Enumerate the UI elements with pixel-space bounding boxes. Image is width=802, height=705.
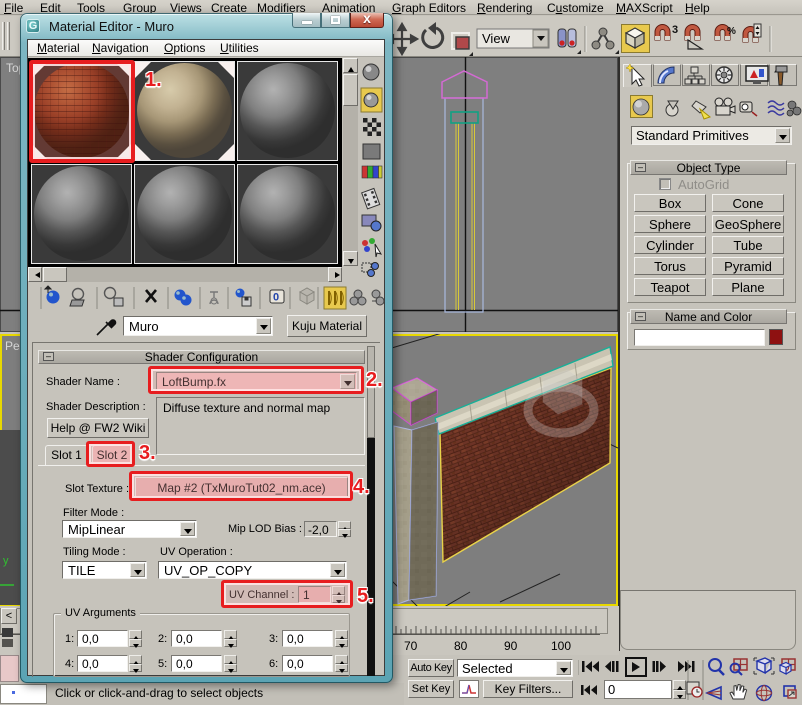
svg-text:%: % [727,26,736,37]
svg-text:3: 3 [672,24,678,36]
svg-text:View: View [482,31,511,46]
svg-text:0: 0 [273,292,279,304]
svg-text:y: y [3,555,9,567]
